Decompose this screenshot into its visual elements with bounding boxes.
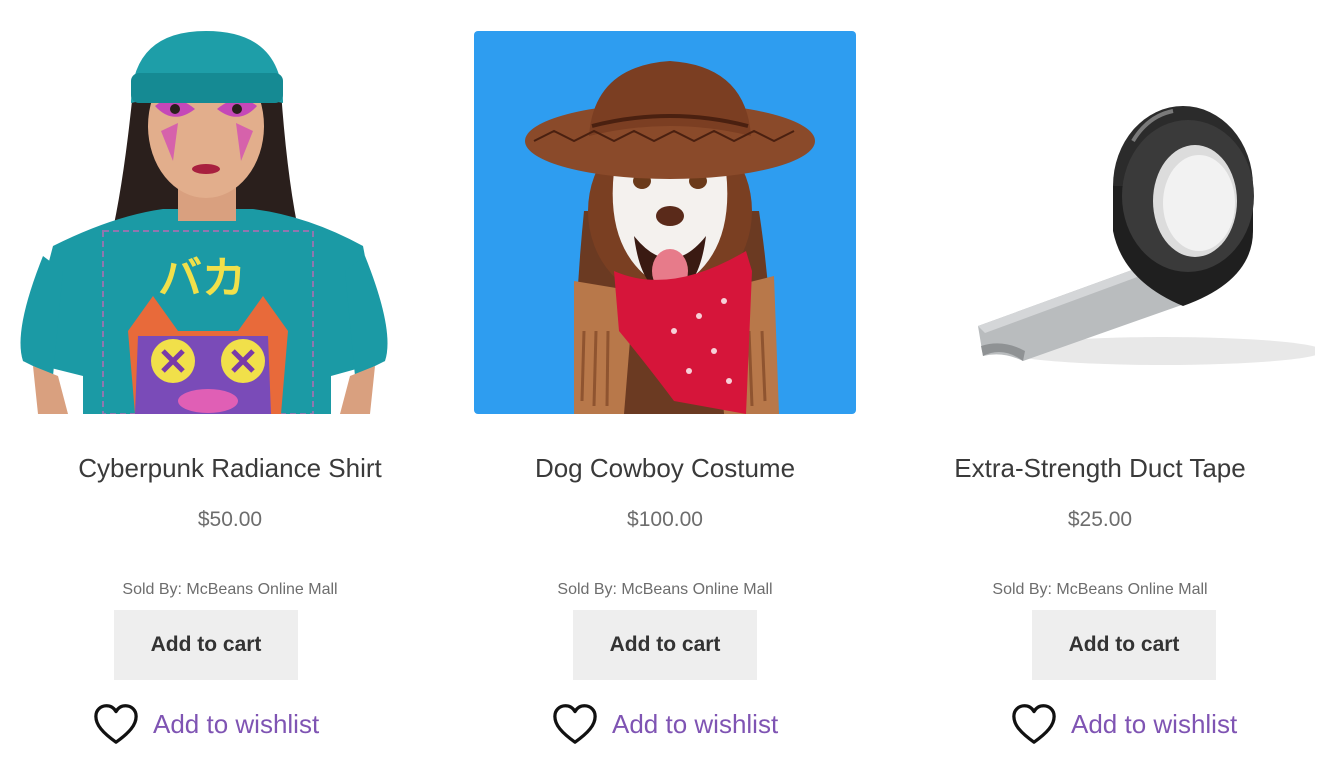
add-to-cart-button[interactable]: Add to cart (1032, 610, 1216, 680)
product-price: $100.00 (627, 508, 703, 531)
wishlist-label[interactable]: Add to wishlist (1071, 709, 1237, 740)
product-card: Extra-Strength Duct Tape $25.00 Sold By:… (870, 0, 1330, 774)
product-price: $50.00 (197, 508, 263, 531)
heart-outline-icon[interactable] (1011, 702, 1057, 746)
add-to-cart-button[interactable]: Add to cart (573, 610, 757, 680)
add-to-cart-button[interactable]: Add to cart (114, 610, 298, 680)
product-image-tape[interactable] (933, 31, 1315, 414)
product-grid: バカ Cyberpunk Radiance Shirt $50.00 Sold … (0, 0, 1332, 774)
add-to-wishlist-link[interactable]: Add to wishlist (552, 700, 778, 748)
svg-text:バカ: バカ (158, 253, 246, 304)
product-card: バカ Cyberpunk Radiance Shirt $50.00 Sold … (0, 0, 460, 774)
product-image-shirt[interactable]: バカ (13, 31, 395, 414)
heart-outline-icon[interactable] (93, 702, 139, 746)
shirt-photo: バカ (13, 31, 395, 414)
product-title[interactable]: Dog Cowboy Costume (435, 453, 895, 484)
product-title[interactable]: Extra-Strength Duct Tape (870, 453, 1330, 484)
product-price: $25.00 (1067, 508, 1133, 531)
product-card: Dog Cowboy Costume $100.00 Sold By: McBe… (435, 0, 895, 774)
sold-by-label: Sold By: McBeans Online Mall (122, 581, 338, 598)
product-image-dog[interactable] (474, 31, 856, 414)
sold-by-label: Sold By: McBeans Online Mall (992, 581, 1208, 598)
duct-tape-photo (933, 31, 1315, 414)
sold-by-label: Sold By: McBeans Online Mall (557, 581, 773, 598)
dog-photo (474, 31, 856, 414)
wishlist-label[interactable]: Add to wishlist (153, 709, 319, 740)
product-title[interactable]: Cyberpunk Radiance Shirt (0, 453, 460, 484)
heart-outline-icon[interactable] (552, 702, 598, 746)
wishlist-label[interactable]: Add to wishlist (612, 709, 778, 740)
add-to-wishlist-link[interactable]: Add to wishlist (93, 700, 319, 748)
add-to-wishlist-link[interactable]: Add to wishlist (1011, 700, 1237, 748)
